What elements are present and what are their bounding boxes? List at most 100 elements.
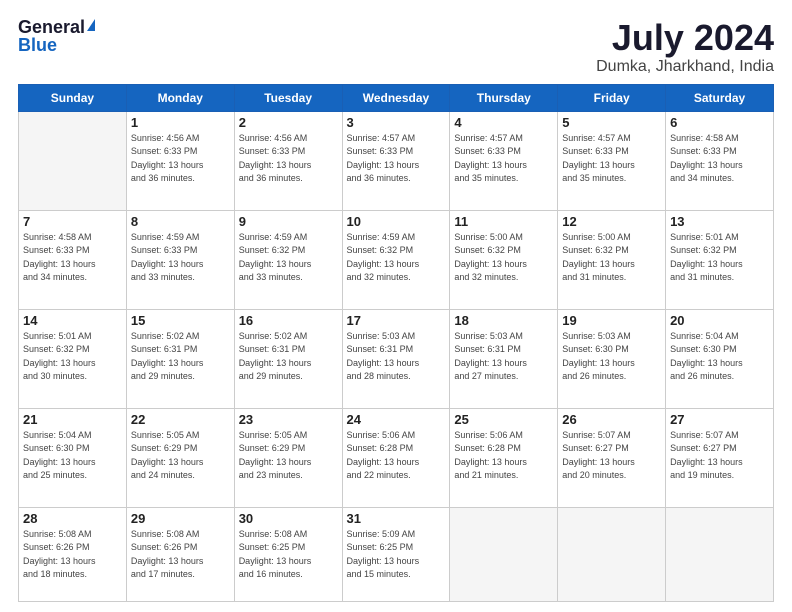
col-thursday: Thursday [450,84,558,111]
day-number: 30 [239,511,338,526]
calendar-header-row: Sunday Monday Tuesday Wednesday Thursday… [19,84,774,111]
logo: General Blue [18,18,95,54]
calendar-cell: 4 Sunrise: 4:57 AMSunset: 6:33 PMDaylight… [450,111,558,210]
day-number: 17 [347,313,446,328]
calendar-table: Sunday Monday Tuesday Wednesday Thursday… [18,84,774,602]
day-number: 11 [454,214,553,229]
calendar-week-row: 14Sunrise: 5:01 AMSunset: 6:32 PMDayligh… [19,309,774,408]
day-info: Sunrise: 5:05 AMSunset: 6:29 PMDaylight:… [131,429,230,483]
day-info: Sunrise: 4:58 AMSunset: 6:33 PMDaylight:… [23,231,122,285]
calendar-week-row: 28 Sunrise: 5:08 AMSunset: 6:26 PMDayligh… [19,507,774,601]
calendar-cell: 7 Sunrise: 4:58 AMSunset: 6:33 PMDaylight… [19,210,127,309]
calendar-cell: 21Sunrise: 5:04 AMSunset: 6:30 PMDayligh… [19,408,127,507]
day-number: 25 [454,412,553,427]
calendar-cell: 19Sunrise: 5:03 AMSunset: 6:30 PMDayligh… [558,309,666,408]
day-number: 1 [131,115,230,130]
day-info: Sunrise: 4:57 AMSunset: 6:33 PMDaylight:… [347,132,446,186]
day-number: 29 [131,511,230,526]
day-info: Sunrise: 4:56 AMSunset: 6:33 PMDaylight:… [131,132,230,186]
calendar-cell: 17 Sunrise: 5:03 AMSunset: 6:31 PMDayligh… [342,309,450,408]
day-info: Sunrise: 5:04 AMSunset: 6:30 PMDaylight:… [670,330,769,384]
day-info: Sunrise: 5:03 AMSunset: 6:31 PMDaylight:… [347,330,446,384]
calendar-cell: 26Sunrise: 5:07 AMSunset: 6:27 PMDayligh… [558,408,666,507]
calendar-cell: 22 Sunrise: 5:05 AMSunset: 6:29 PMDayligh… [126,408,234,507]
day-info: Sunrise: 5:00 AMSunset: 6:32 PMDaylight:… [454,231,553,285]
day-info: Sunrise: 5:09 AMSunset: 6:25 PMDaylight:… [347,528,446,582]
calendar-week-row: 1 Sunrise: 4:56 AMSunset: 6:33 PMDaylight… [19,111,774,210]
day-number: 9 [239,214,338,229]
day-info: Sunrise: 4:59 AMSunset: 6:33 PMDaylight:… [131,231,230,285]
calendar-cell: 30Sunrise: 5:08 AMSunset: 6:25 PMDayligh… [234,507,342,601]
calendar-cell: 10Sunrise: 4:59 AMSunset: 6:32 PMDayligh… [342,210,450,309]
col-friday: Friday [558,84,666,111]
calendar-title: July 2024 [596,18,774,58]
logo-triangle-icon [87,19,95,31]
calendar-cell: 12 Sunrise: 5:00 AMSunset: 6:32 PMDayligh… [558,210,666,309]
day-info: Sunrise: 4:58 AMSunset: 6:33 PMDaylight:… [670,132,769,186]
calendar-cell [450,507,558,601]
calendar-cell: 29Sunrise: 5:08 AMSunset: 6:26 PMDayligh… [126,507,234,601]
day-info: Sunrise: 4:57 AMSunset: 6:33 PMDaylight:… [562,132,661,186]
calendar-cell: 5 Sunrise: 4:57 AMSunset: 6:33 PMDaylight… [558,111,666,210]
day-number: 27 [670,412,769,427]
day-number: 28 [23,511,122,526]
col-tuesday: Tuesday [234,84,342,111]
calendar-cell: 18Sunrise: 5:03 AMSunset: 6:31 PMDayligh… [450,309,558,408]
header: General Blue July 2024 Dumka, Jharkhand,… [18,18,774,76]
calendar-cell [558,507,666,601]
day-number: 31 [347,511,446,526]
calendar-cell: 14Sunrise: 5:01 AMSunset: 6:32 PMDayligh… [19,309,127,408]
day-number: 19 [562,313,661,328]
calendar-cell: 31 Sunrise: 5:09 AMSunset: 6:25 PMDayligh… [342,507,450,601]
logo-blue-text: Blue [18,36,57,54]
day-info: Sunrise: 4:57 AMSunset: 6:33 PMDaylight:… [454,132,553,186]
day-number: 23 [239,412,338,427]
day-number: 10 [347,214,446,229]
day-number: 2 [239,115,338,130]
title-block: July 2024 Dumka, Jharkhand, India [596,18,774,76]
calendar-cell: 15 Sunrise: 5:02 AMSunset: 6:31 PMDayligh… [126,309,234,408]
day-number: 24 [347,412,446,427]
day-number: 4 [454,115,553,130]
day-info: Sunrise: 5:08 AMSunset: 6:26 PMDaylight:… [23,528,122,582]
day-info: Sunrise: 5:06 AMSunset: 6:28 PMDaylight:… [454,429,553,483]
day-number: 8 [131,214,230,229]
calendar-cell: 23 Sunrise: 5:05 AMSunset: 6:29 PMDayligh… [234,408,342,507]
logo-general-text: General [18,18,85,36]
calendar-location: Dumka, Jharkhand, India [596,58,774,76]
col-sunday: Sunday [19,84,127,111]
day-info: Sunrise: 5:02 AMSunset: 6:31 PMDaylight:… [131,330,230,384]
day-info: Sunrise: 5:05 AMSunset: 6:29 PMDaylight:… [239,429,338,483]
day-number: 16 [239,313,338,328]
calendar-cell [19,111,127,210]
col-saturday: Saturday [666,84,774,111]
day-info: Sunrise: 5:07 AMSunset: 6:27 PMDaylight:… [670,429,769,483]
calendar-cell: 20Sunrise: 5:04 AMSunset: 6:30 PMDayligh… [666,309,774,408]
day-number: 3 [347,115,446,130]
day-number: 7 [23,214,122,229]
col-wednesday: Wednesday [342,84,450,111]
calendar-cell: 8 Sunrise: 4:59 AMSunset: 6:33 PMDaylight… [126,210,234,309]
day-info: Sunrise: 4:59 AMSunset: 6:32 PMDaylight:… [239,231,338,285]
day-info: Sunrise: 5:06 AMSunset: 6:28 PMDaylight:… [347,429,446,483]
col-monday: Monday [126,84,234,111]
day-info: Sunrise: 5:04 AMSunset: 6:30 PMDaylight:… [23,429,122,483]
day-info: Sunrise: 5:00 AMSunset: 6:32 PMDaylight:… [562,231,661,285]
calendar-week-row: 21Sunrise: 5:04 AMSunset: 6:30 PMDayligh… [19,408,774,507]
day-number: 22 [131,412,230,427]
calendar-cell [666,507,774,601]
day-number: 12 [562,214,661,229]
day-number: 15 [131,313,230,328]
day-info: Sunrise: 5:01 AMSunset: 6:32 PMDaylight:… [670,231,769,285]
page: General Blue July 2024 Dumka, Jharkhand,… [0,0,792,612]
day-number: 5 [562,115,661,130]
day-info: Sunrise: 5:03 AMSunset: 6:31 PMDaylight:… [454,330,553,384]
calendar-cell: 2 Sunrise: 4:56 AMSunset: 6:33 PMDaylight… [234,111,342,210]
day-number: 13 [670,214,769,229]
calendar-cell: 11 Sunrise: 5:00 AMSunset: 6:32 PMDayligh… [450,210,558,309]
calendar-cell: 13 Sunrise: 5:01 AMSunset: 6:32 PMDayligh… [666,210,774,309]
day-info: Sunrise: 5:07 AMSunset: 6:27 PMDaylight:… [562,429,661,483]
calendar-cell: 6Sunrise: 4:58 AMSunset: 6:33 PMDaylight… [666,111,774,210]
day-info: Sunrise: 4:56 AMSunset: 6:33 PMDaylight:… [239,132,338,186]
calendar-week-row: 7 Sunrise: 4:58 AMSunset: 6:33 PMDaylight… [19,210,774,309]
